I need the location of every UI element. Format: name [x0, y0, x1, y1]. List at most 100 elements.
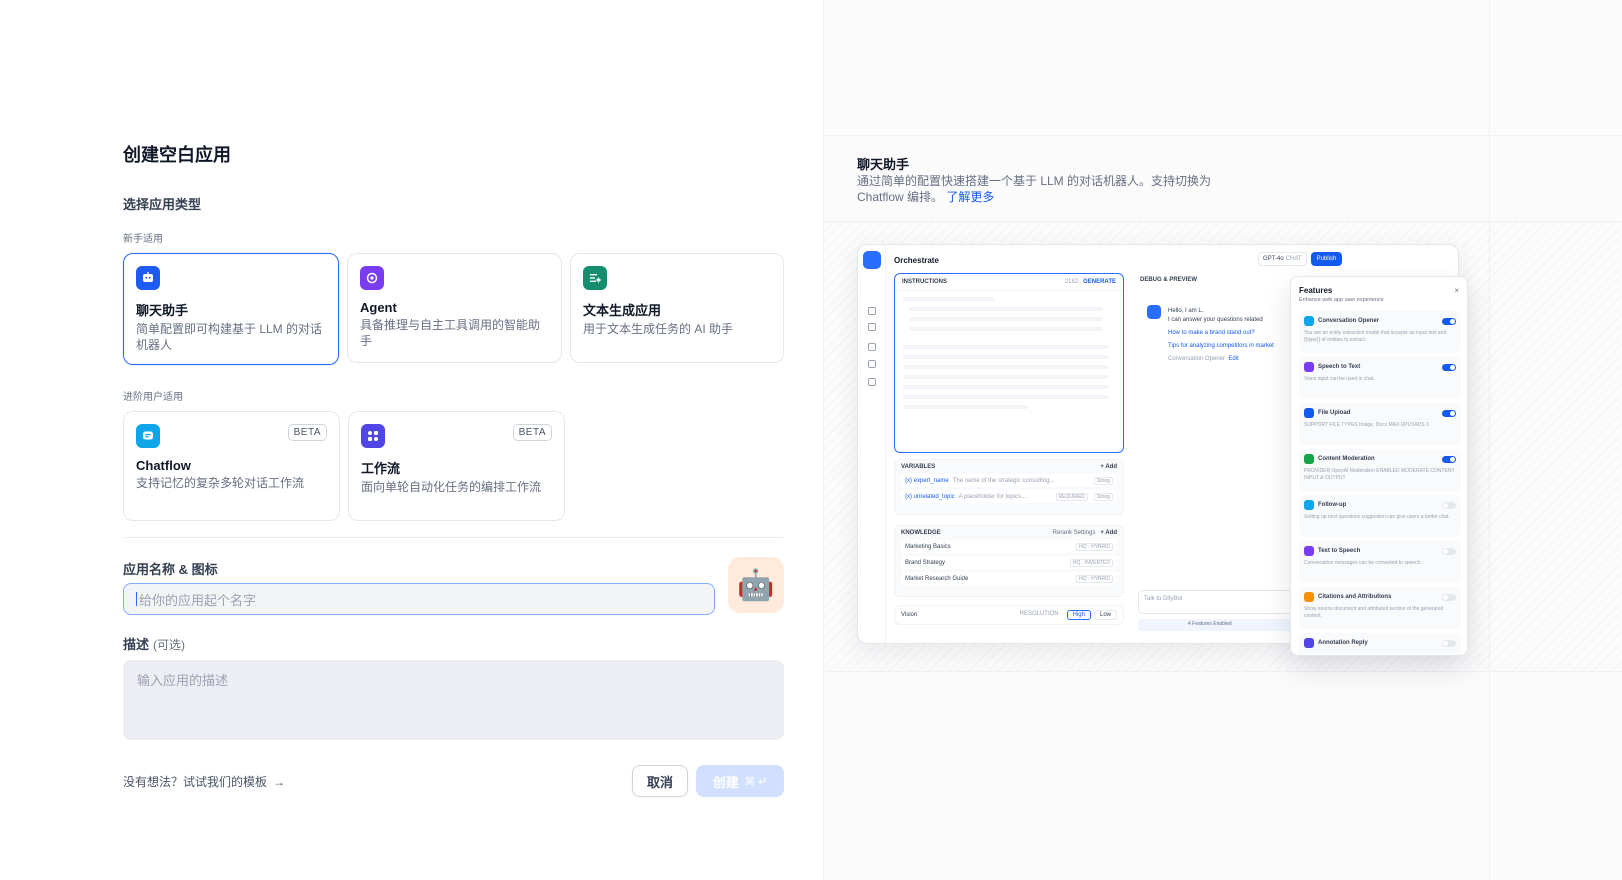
feature-icon	[1304, 592, 1314, 602]
advanced-group-label: 进阶用户适用	[123, 392, 183, 403]
page-title: 创建空白应用	[123, 145, 231, 165]
feature-description: Conversation messages can be converted t…	[1304, 560, 1422, 566]
template-link-text: 没有想法？试试我们的模板	[123, 775, 268, 789]
arrow-right-icon: →	[273, 774, 286, 789]
mock-bot-logo-icon	[863, 251, 881, 269]
card-description: 具备推理与自主工具调用的智能助手	[360, 318, 541, 348]
agent-icon	[360, 266, 384, 290]
feature-item: Speech to Text Voice input can be used in…	[1299, 357, 1461, 399]
mock-bot-avatar-icon	[1147, 305, 1161, 319]
app-type-card-chatflow[interactable]: BETA Chatflow 支持记忆的复杂多轮对话工作流	[123, 411, 340, 521]
app-type-card-agent[interactable]: Agent 具备推理与自主工具调用的智能助手	[347, 253, 562, 363]
features-title: Features	[1299, 286, 1333, 295]
mock-nav-icon	[868, 323, 876, 331]
app-type-card-workflow[interactable]: BETA 工作流 面向单轮自动化任务的编排工作流	[348, 411, 565, 521]
mock-chat-message: Hello, I am L. I can answer your questio…	[1168, 308, 1274, 362]
close-icon: ×	[1454, 286, 1459, 295]
mock-instructions-label: INSTRUCTIONS	[902, 279, 947, 285]
feature-toggle	[1442, 547, 1456, 555]
feature-description: SUPPORT FILE TYPES Image, Docs MAX UPLOA…	[1304, 422, 1429, 428]
try-templates-link[interactable]: 没有想法？试试我们的模板 →	[123, 773, 285, 790]
card-title: Chatflow	[136, 458, 191, 473]
mock-nav-icon	[868, 307, 876, 315]
feature-name: Follow-up	[1318, 502, 1347, 508]
mock-vision-row: Vision RESOLUTION High Low	[894, 605, 1124, 625]
feature-item: Citations and Attributions Show source do…	[1299, 587, 1461, 629]
text-caret	[136, 592, 137, 606]
feature-icon	[1304, 408, 1314, 418]
chat-bot-icon	[136, 266, 160, 290]
feature-toggle	[1442, 317, 1456, 325]
create-button[interactable]: 创建 ⌘ ↵	[696, 765, 784, 797]
mock-publish-button: Publish	[1310, 252, 1343, 266]
feature-toggle	[1442, 501, 1456, 509]
beta-badge: BETA	[512, 424, 552, 441]
app-name-placeholder: 给你的应用起个名字	[139, 592, 257, 608]
feature-icon	[1304, 316, 1314, 326]
feature-name: Text to Speech	[1318, 548, 1361, 554]
mock-features-panel: Features Enhance web app user experience…	[1290, 276, 1468, 656]
app-type-card-chat[interactable]: 聊天助手 简单配置即可构建基于 LLM 的对话机器人	[123, 253, 339, 365]
app-name-input[interactable]: 给你的应用起个名字	[123, 583, 715, 615]
description-label-text: 描述	[123, 637, 150, 652]
optional-hint: (可选)	[153, 638, 186, 652]
description-textarea[interactable]: 输入应用的描述	[123, 660, 784, 740]
app-name-label: 应用名称 & 图标	[123, 562, 218, 577]
preview-panel: 聊天助手 通过简单的配置快速搭建一个基于 LLM 的对话机器人。支持切换为 Ch…	[823, 0, 1622, 880]
create-app-panel: 创建空白应用 选择应用类型 新手适用 聊天助手 简单配置即可构建基于 LLM 的…	[0, 0, 823, 880]
text-generation-icon	[583, 266, 607, 290]
preview-title: 聊天助手	[857, 157, 910, 172]
card-description: 支持记忆的复杂多轮对话工作流	[136, 476, 305, 490]
mock-nav-icon	[868, 343, 876, 351]
beginner-group-label: 新手适用	[123, 234, 163, 245]
app-type-heading: 选择应用类型	[123, 197, 202, 212]
feature-name: Annotation Reply	[1318, 640, 1368, 646]
card-description: 用于文本生成任务的 AI 助手	[583, 322, 734, 336]
mock-char-count: 2182	[1064, 279, 1079, 285]
feature-description: PROVIDER OpenAI Moderation ENABLED MODER…	[1304, 468, 1455, 481]
feature-name: Citations and Attributions	[1318, 594, 1392, 600]
mock-model-selector: GPT-4o CHAT	[1258, 252, 1307, 266]
preview-description-text: 通过简单的配置快速搭建一个基于 LLM 的对话机器人。支持切换为 Chatflo…	[857, 174, 1212, 204]
feature-name: Content Moderation	[1318, 456, 1375, 462]
feature-toggle	[1442, 593, 1456, 601]
card-description: 简单配置即可构建基于 LLM 的对话机器人	[136, 322, 323, 352]
learn-more-link[interactable]: 了解更多	[946, 190, 994, 204]
feature-item: Annotation Reply	[1299, 633, 1461, 655]
cancel-button[interactable]: 取消	[632, 765, 688, 797]
mock-sidebar	[858, 245, 886, 643]
features-subtitle: Enhance web app user experience	[1299, 297, 1384, 303]
shortcut-hint: ⌘ ↵	[744, 775, 768, 788]
mock-orchestrate-title: Orchestrate	[894, 256, 939, 265]
robot-emoji-icon: 🤖	[737, 568, 775, 602]
mock-knowledge-block: KNOWLEDGE Rerank Settings + Add Marketing…	[894, 525, 1124, 597]
app-icon-picker[interactable]: 🤖	[728, 557, 784, 613]
mock-instructions-box: INSTRUCTIONS 2182 GENERATE	[894, 273, 1124, 453]
mock-chat-input: Talk to DifyBot	[1138, 590, 1298, 614]
card-description: 面向单轮自动化任务的编排工作流	[361, 480, 542, 494]
feature-description: Show source document and attributed sect…	[1304, 606, 1444, 619]
card-title: 聊天助手	[136, 303, 189, 318]
mock-nav-icon	[868, 378, 876, 386]
mock-variables-block: VARIABLES + Add {x} expert_name The name o…	[894, 459, 1124, 515]
feature-name: File Upload	[1318, 410, 1351, 416]
feature-item: Content Moderation PROVIDER OpenAI Modera…	[1299, 449, 1461, 491]
app-type-card-text-generation[interactable]: 文本生成应用 用于文本生成任务的 AI 助手	[570, 253, 784, 363]
chatflow-icon	[136, 424, 160, 448]
grid-line	[824, 135, 1622, 136]
feature-name: Conversation Opener	[1318, 318, 1380, 324]
feature-name: Speech to Text	[1318, 364, 1361, 370]
feature-description: You are an entity extraction model that …	[1304, 330, 1447, 343]
feature-item: Text to Speech Conversation messages can …	[1299, 541, 1461, 583]
feature-icon	[1304, 454, 1314, 464]
feature-toggle	[1442, 363, 1456, 371]
create-button-label: 创建	[712, 774, 739, 790]
card-title: Agent	[360, 300, 397, 315]
section-divider	[123, 537, 783, 538]
beta-badge: BETA	[287, 424, 327, 441]
feature-icon	[1304, 500, 1314, 510]
feature-toggle	[1442, 409, 1456, 417]
card-title: 文本生成应用	[583, 303, 662, 318]
feature-toggle	[1442, 455, 1456, 463]
mock-debug-title: DEBUG & PREVIEW	[1140, 277, 1198, 283]
